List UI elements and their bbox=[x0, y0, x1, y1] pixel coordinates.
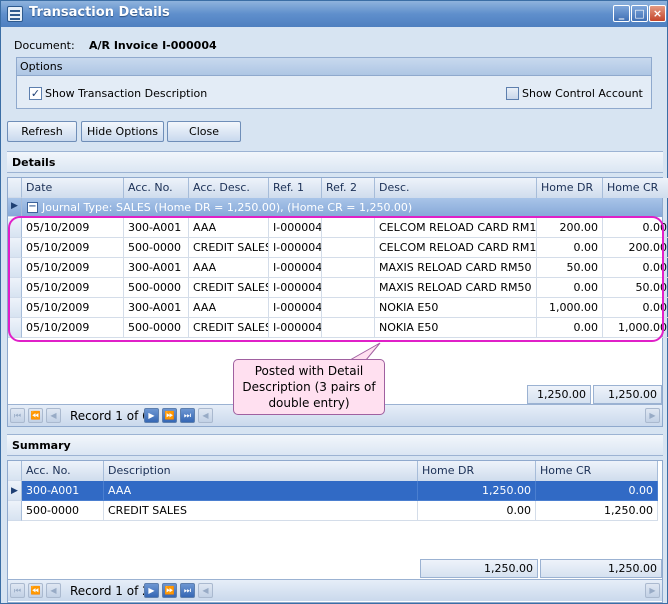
next-record-icon[interactable]: ▶ bbox=[144, 408, 159, 423]
minimize-button[interactable]: _ bbox=[613, 5, 630, 22]
options-group: Options ✓ Show Transaction Description S… bbox=[16, 57, 652, 109]
details-col-header[interactable]: Acc. No. bbox=[124, 178, 189, 198]
next-page-icon[interactable]: ⏩ bbox=[162, 583, 177, 598]
window-title: Transaction Details bbox=[29, 5, 170, 20]
details-col-header[interactable]: Ref. 1 bbox=[269, 178, 322, 198]
details-col-header[interactable]: Home DR bbox=[537, 178, 603, 198]
summary-grid[interactable]: Acc. No. Description Home DR Home CR ▶ 300-A… bbox=[7, 460, 663, 603]
scroll-left-icon[interactable]: ◀ bbox=[198, 408, 213, 423]
summary-total-cr: 1,250.00 bbox=[540, 559, 662, 578]
row-indicator-header bbox=[8, 461, 22, 481]
prev-page-icon[interactable]: ⏪ bbox=[28, 583, 43, 598]
document-label: Document: bbox=[14, 39, 75, 52]
scroll-left-icon[interactable]: ◀ bbox=[198, 583, 213, 598]
prev-record-icon[interactable]: ◀ bbox=[46, 583, 61, 598]
details-total-dr: 1,250.00 bbox=[527, 385, 591, 404]
summary-total-dr: 1,250.00 bbox=[420, 559, 538, 578]
group-row-indicator: ▶ bbox=[8, 198, 22, 217]
row-indicator[interactable]: ▶ bbox=[8, 481, 22, 501]
last-record-icon[interactable]: ⏭ bbox=[180, 583, 195, 598]
scroll-right-icon[interactable]: ▶ bbox=[645, 583, 660, 598]
row-indicator-header bbox=[8, 178, 22, 198]
document-value: A/R Invoice I-000004 bbox=[89, 39, 217, 52]
first-record-icon[interactable]: ⏮ bbox=[10, 583, 25, 598]
summary-section-header: Summary bbox=[7, 434, 663, 456]
summary-record-counter: Record 1 of 2 bbox=[70, 584, 150, 598]
summary-col-header[interactable]: Home CR bbox=[536, 461, 658, 481]
annotation-callout: Posted with Detail Description (3 pairs … bbox=[233, 359, 385, 415]
journal-group-label: Journal Type: SALES (Home DR = 1,250.00)… bbox=[42, 201, 413, 214]
details-col-header[interactable]: Ref. 2 bbox=[322, 178, 375, 198]
show-control-account-checkbox[interactable] bbox=[506, 87, 519, 100]
scroll-right-icon[interactable]: ▶ bbox=[645, 408, 660, 423]
next-record-icon[interactable]: ▶ bbox=[144, 583, 159, 598]
show-transaction-description-checkbox[interactable]: ✓ bbox=[29, 87, 42, 100]
prev-page-icon[interactable]: ⏪ bbox=[28, 408, 43, 423]
table-cell: 1,250.00 bbox=[418, 481, 536, 501]
hide-options-button[interactable]: Hide Options bbox=[81, 121, 164, 142]
document-icon bbox=[7, 6, 23, 22]
table-row[interactable]: 300-A001 AAA 1,250.00 0.00 bbox=[22, 481, 658, 501]
summary-navigator: ⏮ ⏪ ◀ Record 1 of 2 ▶ ⏩ ⏭ ◀ ▶ bbox=[8, 579, 662, 601]
table-cell: 0.00 bbox=[536, 481, 658, 501]
show-transaction-description-label[interactable]: Show Transaction Description bbox=[45, 87, 207, 100]
maximize-button[interactable]: □ bbox=[631, 5, 648, 22]
table-row[interactable]: 500-0000 CREDIT SALES 0.00 1,250.00 bbox=[22, 501, 658, 521]
current-row-icon: ▶ bbox=[11, 486, 18, 496]
table-cell: AAA bbox=[104, 481, 418, 501]
table-cell: 1,250.00 bbox=[536, 501, 658, 521]
summary-col-header[interactable]: Acc. No. bbox=[22, 461, 104, 481]
title-bar[interactable]: Transaction Details _ □ × bbox=[1, 1, 667, 27]
details-col-header[interactable]: Home CR bbox=[603, 178, 668, 198]
prev-record-icon[interactable]: ◀ bbox=[46, 408, 61, 423]
next-page-icon[interactable]: ⏩ bbox=[162, 408, 177, 423]
table-cell: CREDIT SALES bbox=[104, 501, 418, 521]
summary-col-header[interactable]: Home DR bbox=[418, 461, 536, 481]
last-record-icon[interactable]: ⏭ bbox=[180, 408, 195, 423]
details-section-header: Details bbox=[7, 151, 663, 173]
show-control-account-label[interactable]: Show Control Account bbox=[522, 87, 643, 100]
details-record-counter: Record 1 of 6 bbox=[70, 409, 150, 423]
close-window-button[interactable]: × bbox=[649, 5, 666, 22]
highlight-box bbox=[8, 216, 664, 342]
collapse-icon[interactable]: − bbox=[27, 202, 38, 213]
details-total-cr: 1,250.00 bbox=[593, 385, 662, 404]
options-header: Options bbox=[17, 58, 651, 76]
row-indicator[interactable] bbox=[8, 501, 22, 521]
details-col-header[interactable]: Date bbox=[22, 178, 124, 198]
table-cell: 0.00 bbox=[418, 501, 536, 521]
summary-col-header[interactable]: Description bbox=[104, 461, 418, 481]
table-cell: 500-0000 bbox=[22, 501, 104, 521]
details-col-header[interactable]: Desc. bbox=[375, 178, 537, 198]
first-record-icon[interactable]: ⏮ bbox=[10, 408, 25, 423]
journal-group-row[interactable]: − Journal Type: SALES (Home DR = 1,250.0… bbox=[22, 198, 662, 217]
refresh-button[interactable]: Refresh bbox=[7, 121, 77, 142]
close-button[interactable]: Close bbox=[167, 121, 241, 142]
table-cell: 300-A001 bbox=[22, 481, 104, 501]
details-col-header[interactable]: Acc. Desc. bbox=[189, 178, 269, 198]
